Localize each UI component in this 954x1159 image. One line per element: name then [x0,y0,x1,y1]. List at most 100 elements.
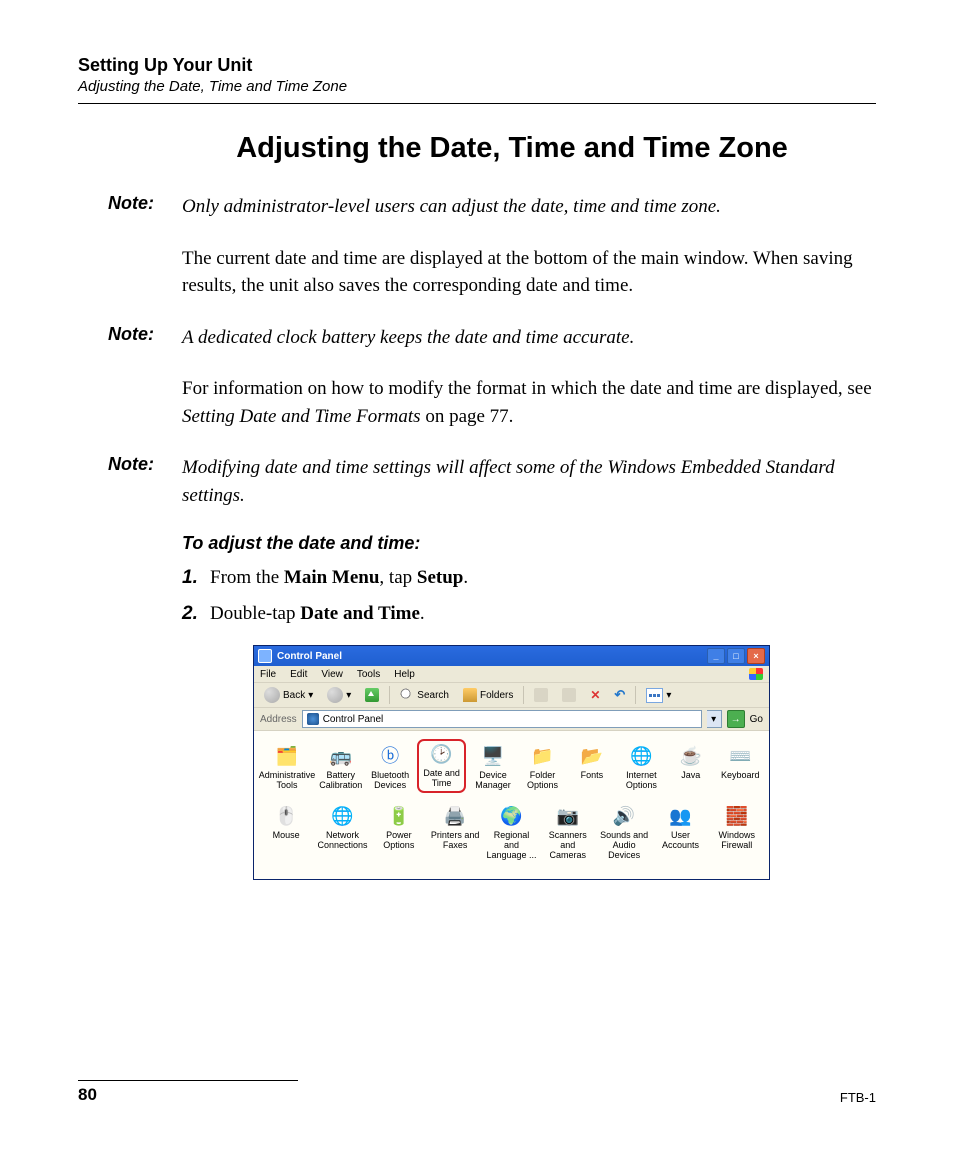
grid-row-1: 🗂️Administrative Tools 🚌Battery Calibrat… [258,739,765,799]
folder-options-icon: 📁 [528,743,556,769]
cp-item-mouse[interactable]: 🖱️Mouse [260,801,312,863]
cp-item-regional[interactable]: 🌍Regional and Language ... [485,801,537,863]
address-field[interactable]: Control Panel [302,710,702,728]
views-button[interactable]: ▾ [642,687,675,704]
step-bold: Main Menu [284,567,380,588]
go-label: Go [750,714,763,725]
power-options-icon: 🔋 [385,803,413,829]
note-1: Note: Only administrator-level users can… [108,193,876,221]
step-2: 2. Double-tap Date and Time. [182,600,876,628]
close-button[interactable]: × [747,648,765,664]
step-frag: . [463,567,468,588]
cp-label: Regional and Language ... [485,831,537,861]
cp-item-keyboard[interactable]: ⌨️Keyboard [718,741,763,793]
cp-item-power-options[interactable]: 🔋Power Options [373,801,425,863]
sounds-icon: 🔊 [610,803,638,829]
cp-item-fonts[interactable]: 📂Fonts [569,741,614,793]
back-label: Back [283,690,305,701]
admin-tools-icon: 🗂️ [273,743,301,769]
address-value: Control Panel [323,714,384,725]
cp-item-user-accounts[interactable]: 👥User Accounts [654,801,706,863]
undo-button[interactable]: ↶ [610,686,629,704]
cp-label: Bluetooth Devices [367,771,412,791]
delete-x-icon: ✕ [590,688,600,702]
copyto-button[interactable] [558,687,580,703]
page-heading: Adjusting the Date, Time and Time Zone [148,132,876,165]
titlebar[interactable]: Control Panel _ □ × [254,646,769,666]
document-id: FTB-1 [840,1090,876,1105]
search-button[interactable]: Search [396,687,453,703]
cp-item-admin-tools[interactable]: 🗂️Administrative Tools [260,741,314,793]
note-text: A dedicated clock battery keeps the date… [182,324,634,352]
header-rule [78,103,876,104]
cp-item-folder-options[interactable]: 📁Folder Options [520,741,565,793]
minimize-button[interactable]: _ [707,648,725,664]
views-icon [646,688,663,703]
toolbar-separator [635,686,636,704]
step-frag: , tap [379,567,416,588]
forward-button[interactable]: ▾ [323,686,355,704]
cp-label: Fonts [581,771,604,791]
mouse-icon: 🖱️ [272,803,300,829]
toolbar: Back ▾ ▾ Search Folders [254,683,769,708]
cp-item-network[interactable]: 🌐Network Connections [316,801,368,863]
delete-button[interactable]: ✕ [586,687,604,703]
cp-item-firewall[interactable]: 🧱Windows Firewall [711,801,763,863]
cp-item-bluetooth[interactable]: ⓑBluetooth Devices [367,741,412,793]
procedure-title: To adjust the date and time: [182,533,876,554]
dropdown-caret-icon: ▾ [346,690,351,701]
step-bold: Date and Time [300,603,420,624]
menu-tools[interactable]: Tools [357,669,380,680]
folders-icon [463,688,477,702]
battery-icon: 🚌 [327,743,355,769]
cp-label: Administrative Tools [259,771,316,791]
maximize-button[interactable]: □ [727,648,745,664]
copyto-icon [562,688,576,702]
window-icon [258,649,272,663]
cp-label: Mouse [273,831,300,851]
folders-label: Folders [480,690,513,701]
cp-item-printers[interactable]: 🖨️Printers and Faxes [429,801,481,863]
menu-file[interactable]: File [260,669,276,680]
up-button[interactable] [361,687,383,703]
menubar: File Edit View Tools Help [254,666,769,683]
moveto-button[interactable] [530,687,552,703]
menu-view[interactable]: View [321,669,343,680]
note-2: Note: A dedicated clock battery keeps th… [108,324,876,352]
go-button[interactable]: → [727,710,745,728]
step-bold: Setup [417,567,463,588]
folders-button[interactable]: Folders [459,687,517,703]
cp-label: Internet Options [619,771,664,791]
java-icon: ☕ [677,743,705,769]
cp-item-sounds[interactable]: 🔊Sounds and Audio Devices [598,801,650,863]
note-3: Note: Modifying date and time settings w… [108,454,876,509]
firewall-icon: 🧱 [723,803,751,829]
up-folder-icon [365,688,379,702]
control-panel-icon [307,713,319,725]
dropdown-caret-icon: ▾ [666,690,671,701]
address-label: Address [260,714,297,725]
cp-item-internet-options[interactable]: 🌐Internet Options [619,741,664,793]
date-time-icon: 🕑 [428,741,456,767]
running-header: Setting Up Your Unit Adjusting the Date,… [78,55,876,104]
scanners-icon: 📷 [554,803,582,829]
toolbar-separator [523,686,524,704]
cp-item-battery-calibration[interactable]: 🚌Battery Calibration [318,741,363,793]
para-text: on page 77. [421,406,514,427]
cp-item-date-and-time[interactable]: 🕑Date and Time [417,739,466,793]
cp-item-device-manager[interactable]: 🖥️Device Manager [470,741,515,793]
menu-help[interactable]: Help [394,669,415,680]
step-number: 2. [182,600,210,628]
step-number: 1. [182,564,210,592]
regional-icon: 🌍 [497,803,525,829]
para-text: For information on how to modify the for… [182,378,872,399]
note-label: Note: [108,193,182,221]
step-frag: Double-tap [210,603,300,624]
menu-edit[interactable]: Edit [290,669,307,680]
back-button[interactable]: Back ▾ [260,686,317,704]
step-text: From the Main Menu, tap Setup. [210,564,468,592]
cp-item-java[interactable]: ☕Java [668,741,713,793]
cp-item-scanners[interactable]: 📷Scanners and Cameras [542,801,594,863]
address-dropdown[interactable]: ▾ [707,710,722,728]
figure-control-panel: Control Panel _ □ × File Edit View Tools… [253,645,770,880]
